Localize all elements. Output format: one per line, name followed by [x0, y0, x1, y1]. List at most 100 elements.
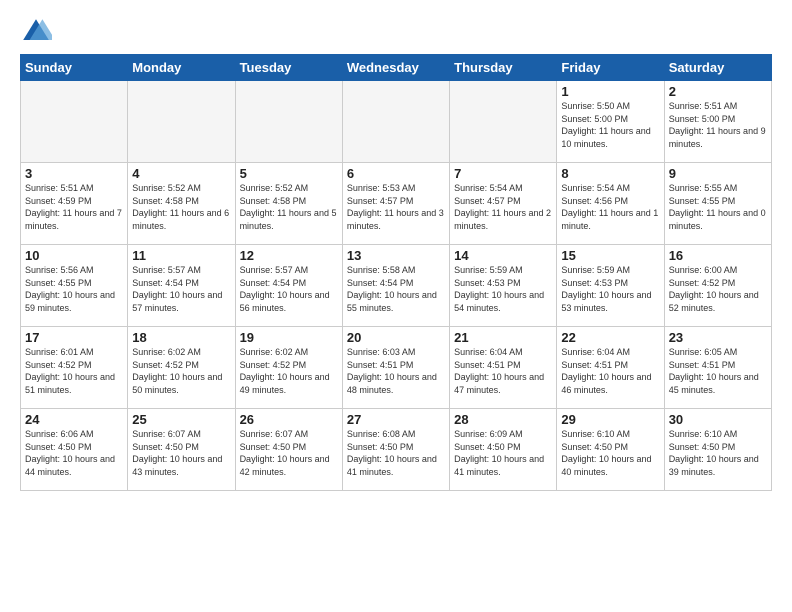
- day-info: Sunrise: 6:02 AM Sunset: 4:52 PM Dayligh…: [240, 346, 338, 396]
- day-number: 15: [561, 248, 659, 263]
- calendar-cell: [450, 81, 557, 163]
- weekday-header-monday: Monday: [128, 55, 235, 81]
- day-info: Sunrise: 5:54 AM Sunset: 4:56 PM Dayligh…: [561, 182, 659, 232]
- calendar-cell: 15Sunrise: 5:59 AM Sunset: 4:53 PM Dayli…: [557, 245, 664, 327]
- calendar-cell: 24Sunrise: 6:06 AM Sunset: 4:50 PM Dayli…: [21, 409, 128, 491]
- calendar-cell: 1Sunrise: 5:50 AM Sunset: 5:00 PM Daylig…: [557, 81, 664, 163]
- day-info: Sunrise: 6:07 AM Sunset: 4:50 PM Dayligh…: [132, 428, 230, 478]
- page-container: SundayMondayTuesdayWednesdayThursdayFrid…: [0, 0, 792, 501]
- day-number: 2: [669, 84, 767, 99]
- calendar-cell: 17Sunrise: 6:01 AM Sunset: 4:52 PM Dayli…: [21, 327, 128, 409]
- day-number: 8: [561, 166, 659, 181]
- calendar-cell: 20Sunrise: 6:03 AM Sunset: 4:51 PM Dayli…: [342, 327, 449, 409]
- calendar-cell: [21, 81, 128, 163]
- calendar-table: SundayMondayTuesdayWednesdayThursdayFrid…: [20, 54, 772, 491]
- calendar-cell: 4Sunrise: 5:52 AM Sunset: 4:58 PM Daylig…: [128, 163, 235, 245]
- day-info: Sunrise: 6:05 AM Sunset: 4:51 PM Dayligh…: [669, 346, 767, 396]
- calendar-cell: 12Sunrise: 5:57 AM Sunset: 4:54 PM Dayli…: [235, 245, 342, 327]
- day-info: Sunrise: 6:01 AM Sunset: 4:52 PM Dayligh…: [25, 346, 123, 396]
- day-info: Sunrise: 5:51 AM Sunset: 5:00 PM Dayligh…: [669, 100, 767, 150]
- day-info: Sunrise: 5:50 AM Sunset: 5:00 PM Dayligh…: [561, 100, 659, 150]
- logo: [20, 16, 58, 48]
- day-number: 26: [240, 412, 338, 427]
- calendar-cell: 23Sunrise: 6:05 AM Sunset: 4:51 PM Dayli…: [664, 327, 771, 409]
- calendar-cell: 25Sunrise: 6:07 AM Sunset: 4:50 PM Dayli…: [128, 409, 235, 491]
- calendar-cell: 13Sunrise: 5:58 AM Sunset: 4:54 PM Dayli…: [342, 245, 449, 327]
- calendar-cell: 27Sunrise: 6:08 AM Sunset: 4:50 PM Dayli…: [342, 409, 449, 491]
- header: [20, 16, 772, 48]
- day-info: Sunrise: 5:55 AM Sunset: 4:55 PM Dayligh…: [669, 182, 767, 232]
- calendar-cell: 19Sunrise: 6:02 AM Sunset: 4:52 PM Dayli…: [235, 327, 342, 409]
- calendar-cell: 7Sunrise: 5:54 AM Sunset: 4:57 PM Daylig…: [450, 163, 557, 245]
- day-number: 22: [561, 330, 659, 345]
- calendar-cell: [128, 81, 235, 163]
- calendar-week-3: 10Sunrise: 5:56 AM Sunset: 4:55 PM Dayli…: [21, 245, 772, 327]
- day-info: Sunrise: 5:57 AM Sunset: 4:54 PM Dayligh…: [132, 264, 230, 314]
- calendar-week-2: 3Sunrise: 5:51 AM Sunset: 4:59 PM Daylig…: [21, 163, 772, 245]
- day-number: 21: [454, 330, 552, 345]
- day-number: 12: [240, 248, 338, 263]
- day-info: Sunrise: 6:03 AM Sunset: 4:51 PM Dayligh…: [347, 346, 445, 396]
- weekday-header-thursday: Thursday: [450, 55, 557, 81]
- calendar-cell: 16Sunrise: 6:00 AM Sunset: 4:52 PM Dayli…: [664, 245, 771, 327]
- calendar-cell: 28Sunrise: 6:09 AM Sunset: 4:50 PM Dayli…: [450, 409, 557, 491]
- day-number: 18: [132, 330, 230, 345]
- day-info: Sunrise: 6:04 AM Sunset: 4:51 PM Dayligh…: [454, 346, 552, 396]
- day-number: 10: [25, 248, 123, 263]
- day-number: 17: [25, 330, 123, 345]
- day-number: 6: [347, 166, 445, 181]
- day-info: Sunrise: 5:56 AM Sunset: 4:55 PM Dayligh…: [25, 264, 123, 314]
- day-info: Sunrise: 6:04 AM Sunset: 4:51 PM Dayligh…: [561, 346, 659, 396]
- day-info: Sunrise: 6:09 AM Sunset: 4:50 PM Dayligh…: [454, 428, 552, 478]
- calendar-cell: 11Sunrise: 5:57 AM Sunset: 4:54 PM Dayli…: [128, 245, 235, 327]
- day-number: 4: [132, 166, 230, 181]
- calendar-week-5: 24Sunrise: 6:06 AM Sunset: 4:50 PM Dayli…: [21, 409, 772, 491]
- calendar-cell: 6Sunrise: 5:53 AM Sunset: 4:57 PM Daylig…: [342, 163, 449, 245]
- day-number: 19: [240, 330, 338, 345]
- day-info: Sunrise: 6:10 AM Sunset: 4:50 PM Dayligh…: [561, 428, 659, 478]
- weekday-header-sunday: Sunday: [21, 55, 128, 81]
- day-number: 27: [347, 412, 445, 427]
- day-number: 28: [454, 412, 552, 427]
- day-number: 20: [347, 330, 445, 345]
- day-info: Sunrise: 6:10 AM Sunset: 4:50 PM Dayligh…: [669, 428, 767, 478]
- calendar-cell: 22Sunrise: 6:04 AM Sunset: 4:51 PM Dayli…: [557, 327, 664, 409]
- weekday-header-tuesday: Tuesday: [235, 55, 342, 81]
- weekday-header-row: SundayMondayTuesdayWednesdayThursdayFrid…: [21, 55, 772, 81]
- calendar-week-4: 17Sunrise: 6:01 AM Sunset: 4:52 PM Dayli…: [21, 327, 772, 409]
- day-info: Sunrise: 5:53 AM Sunset: 4:57 PM Dayligh…: [347, 182, 445, 232]
- calendar-cell: 2Sunrise: 5:51 AM Sunset: 5:00 PM Daylig…: [664, 81, 771, 163]
- day-info: Sunrise: 6:08 AM Sunset: 4:50 PM Dayligh…: [347, 428, 445, 478]
- day-info: Sunrise: 5:57 AM Sunset: 4:54 PM Dayligh…: [240, 264, 338, 314]
- day-info: Sunrise: 5:51 AM Sunset: 4:59 PM Dayligh…: [25, 182, 123, 232]
- calendar-cell: 14Sunrise: 5:59 AM Sunset: 4:53 PM Dayli…: [450, 245, 557, 327]
- day-number: 30: [669, 412, 767, 427]
- day-info: Sunrise: 5:54 AM Sunset: 4:57 PM Dayligh…: [454, 182, 552, 232]
- day-number: 29: [561, 412, 659, 427]
- day-number: 14: [454, 248, 552, 263]
- calendar-cell: [342, 81, 449, 163]
- calendar-cell: 10Sunrise: 5:56 AM Sunset: 4:55 PM Dayli…: [21, 245, 128, 327]
- calendar-cell: 8Sunrise: 5:54 AM Sunset: 4:56 PM Daylig…: [557, 163, 664, 245]
- day-number: 11: [132, 248, 230, 263]
- day-number: 9: [669, 166, 767, 181]
- day-number: 1: [561, 84, 659, 99]
- calendar-cell: 3Sunrise: 5:51 AM Sunset: 4:59 PM Daylig…: [21, 163, 128, 245]
- calendar-cell: 26Sunrise: 6:07 AM Sunset: 4:50 PM Dayli…: [235, 409, 342, 491]
- day-number: 7: [454, 166, 552, 181]
- day-info: Sunrise: 5:52 AM Sunset: 4:58 PM Dayligh…: [132, 182, 230, 232]
- logo-icon: [20, 16, 52, 48]
- calendar-cell: 9Sunrise: 5:55 AM Sunset: 4:55 PM Daylig…: [664, 163, 771, 245]
- calendar-cell: [235, 81, 342, 163]
- weekday-header-wednesday: Wednesday: [342, 55, 449, 81]
- day-info: Sunrise: 6:00 AM Sunset: 4:52 PM Dayligh…: [669, 264, 767, 314]
- calendar-cell: 21Sunrise: 6:04 AM Sunset: 4:51 PM Dayli…: [450, 327, 557, 409]
- day-number: 24: [25, 412, 123, 427]
- calendar-cell: 5Sunrise: 5:52 AM Sunset: 4:58 PM Daylig…: [235, 163, 342, 245]
- weekday-header-friday: Friday: [557, 55, 664, 81]
- weekday-header-saturday: Saturday: [664, 55, 771, 81]
- day-number: 23: [669, 330, 767, 345]
- calendar-cell: 29Sunrise: 6:10 AM Sunset: 4:50 PM Dayli…: [557, 409, 664, 491]
- day-number: 3: [25, 166, 123, 181]
- calendar-cell: 18Sunrise: 6:02 AM Sunset: 4:52 PM Dayli…: [128, 327, 235, 409]
